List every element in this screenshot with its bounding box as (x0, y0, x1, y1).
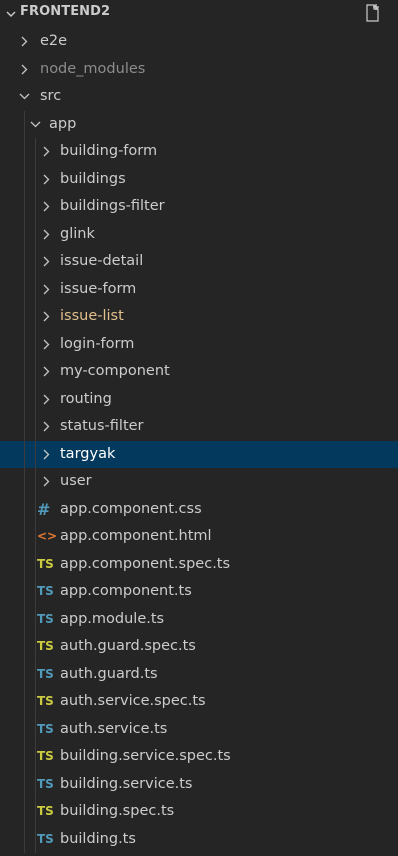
chevron-right-icon[interactable] (41, 366, 52, 377)
tree-item-label: issue-detail (60, 253, 144, 269)
file-app-component-css[interactable]: # app.component.css (0, 496, 398, 523)
new-file-icon[interactable] (364, 3, 382, 23)
folder-targyak[interactable]: targyak (0, 440, 398, 468)
file-app-component-spec-ts[interactable]: TS app.component.spec.ts (0, 551, 398, 578)
explorer-title: FRONTEND2 (20, 4, 111, 19)
chevron-down-icon[interactable] (5, 8, 17, 20)
folder-buildings[interactable]: buildings (0, 166, 398, 193)
folder-node-modules[interactable]: node_modules (0, 56, 398, 83)
tree-item-label: auth.service.ts (60, 720, 168, 737)
tree-item-label: node_modules (40, 60, 146, 77)
file-app-component-html[interactable]: <> app.component.html (0, 523, 398, 550)
tree-item-label: glink (60, 225, 95, 242)
file-building-spec-ts[interactable]: TS building.spec.ts (0, 798, 398, 825)
chevron-right-icon[interactable] (19, 64, 30, 75)
typescript-icon: TS (37, 584, 54, 598)
tree-item-label: login-form (60, 335, 135, 352)
chevron-right-icon[interactable] (41, 449, 52, 460)
chevron-right-icon[interactable] (41, 476, 52, 487)
folder-buildings-filter[interactable]: buildings-filter (0, 193, 398, 220)
folder-routing[interactable]: routing (0, 386, 398, 413)
chevron-down-icon[interactable] (30, 119, 41, 130)
typescript-spec-icon: TS (37, 694, 54, 708)
folder-issue-detail[interactable]: issue-detail (0, 248, 398, 275)
folder-glink[interactable]: glink (0, 221, 398, 248)
folder-status-filter[interactable]: status-filter (0, 413, 398, 440)
chevron-right-icon[interactable] (41, 394, 52, 405)
tree-item-label: app (49, 115, 77, 132)
chevron-down-icon[interactable] (19, 91, 30, 102)
typescript-spec-icon: TS (37, 804, 54, 818)
chevron-right-icon[interactable] (41, 421, 52, 432)
typescript-icon: TS (37, 666, 54, 681)
tree-item-label: routing (60, 390, 112, 407)
tree-item-label: e2e (40, 33, 68, 49)
tree-item-label: auth.service.spec.ts (60, 693, 206, 709)
typescript-icon: TS (37, 721, 54, 736)
file-app-component-ts[interactable]: TS app.component.ts (0, 578, 398, 605)
chevron-right-icon[interactable] (41, 201, 52, 212)
folder-src[interactable]: src (0, 83, 398, 110)
folder-issue-form[interactable]: issue-form (0, 276, 398, 303)
tree-item-label: issue-list (60, 308, 124, 324)
folder-user[interactable]: user (0, 468, 398, 495)
html-icon: <> (37, 529, 58, 543)
tree-item-label: app.component.ts (60, 583, 192, 599)
typescript-spec-icon: TS (37, 639, 54, 653)
indent-guide (35, 138, 36, 853)
tree-item-label: targyak (60, 445, 116, 462)
chevron-right-icon[interactable] (41, 174, 52, 185)
folder-issue-list[interactable]: issue-list (0, 303, 398, 330)
tree-item-label: auth.guard.spec.ts (60, 638, 196, 654)
file-auth-guard-spec-ts[interactable]: TS auth.guard.spec.ts (0, 633, 398, 660)
file-auth-guard-ts[interactable]: TS auth.guard.ts (0, 661, 398, 688)
chevron-right-icon[interactable] (41, 339, 52, 350)
chevron-right-icon[interactable] (41, 311, 52, 322)
typescript-spec-icon: TS (37, 556, 54, 571)
tree-item-label: building.service.ts (60, 775, 193, 792)
tree-item-label: src (40, 88, 62, 104)
folder-building-form[interactable]: building-form (0, 138, 398, 165)
typescript-icon: TS (37, 776, 54, 791)
tree-item-label: building.spec.ts (60, 803, 175, 819)
file-building-service-spec-ts[interactable]: TS building.service.spec.ts (0, 743, 398, 770)
tree-item-label: status-filter (60, 418, 144, 434)
folder-app[interactable]: app (0, 111, 398, 138)
typescript-icon: TS (37, 831, 54, 846)
tree-item-label: my-component (60, 363, 170, 379)
file-auth-service-ts[interactable]: TS auth.service.ts (0, 716, 398, 743)
tree-item-label: building.service.spec.ts (60, 748, 231, 764)
file-app-module-ts[interactable]: TS app.module.ts (0, 606, 398, 633)
file-building-ts[interactable]: TS building.ts (0, 826, 398, 853)
css-icon: # (37, 499, 51, 519)
chevron-right-icon[interactable] (41, 256, 52, 267)
folder-e2e[interactable]: e2e (0, 28, 398, 55)
tree-item-label: app.component.css (60, 500, 202, 517)
typescript-icon: TS (37, 611, 54, 626)
tree-item-label: app.component.spec.ts (60, 555, 231, 572)
folder-login-form[interactable]: login-form (0, 331, 398, 358)
tree-item-label: auth.guard.ts (60, 665, 158, 682)
file-auth-service-spec-ts[interactable]: TS auth.service.spec.ts (0, 688, 398, 715)
tree-item-label: buildings-filter (60, 198, 165, 214)
chevron-right-icon[interactable] (41, 284, 52, 295)
chevron-right-icon[interactable] (19, 36, 30, 47)
tree-item-label: building-form (60, 143, 158, 159)
chevron-right-icon[interactable] (41, 229, 52, 240)
folder-my-component[interactable]: my-component (0, 358, 398, 385)
explorer-header[interactable]: FRONTEND2 (0, 0, 398, 28)
tree-item-label: buildings (60, 170, 126, 187)
indent-guide (24, 110, 25, 853)
typescript-spec-icon: TS (37, 749, 54, 763)
tree-item-label: app.module.ts (60, 610, 165, 627)
tree-item-label: app.component.html (60, 528, 212, 544)
file-building-service-ts[interactable]: TS building.service.ts (0, 771, 398, 798)
chevron-right-icon[interactable] (41, 146, 52, 157)
tree-item-label: issue-form (60, 280, 137, 297)
tree-item-label: user (60, 473, 92, 489)
tree-item-label: building.ts (60, 830, 136, 847)
